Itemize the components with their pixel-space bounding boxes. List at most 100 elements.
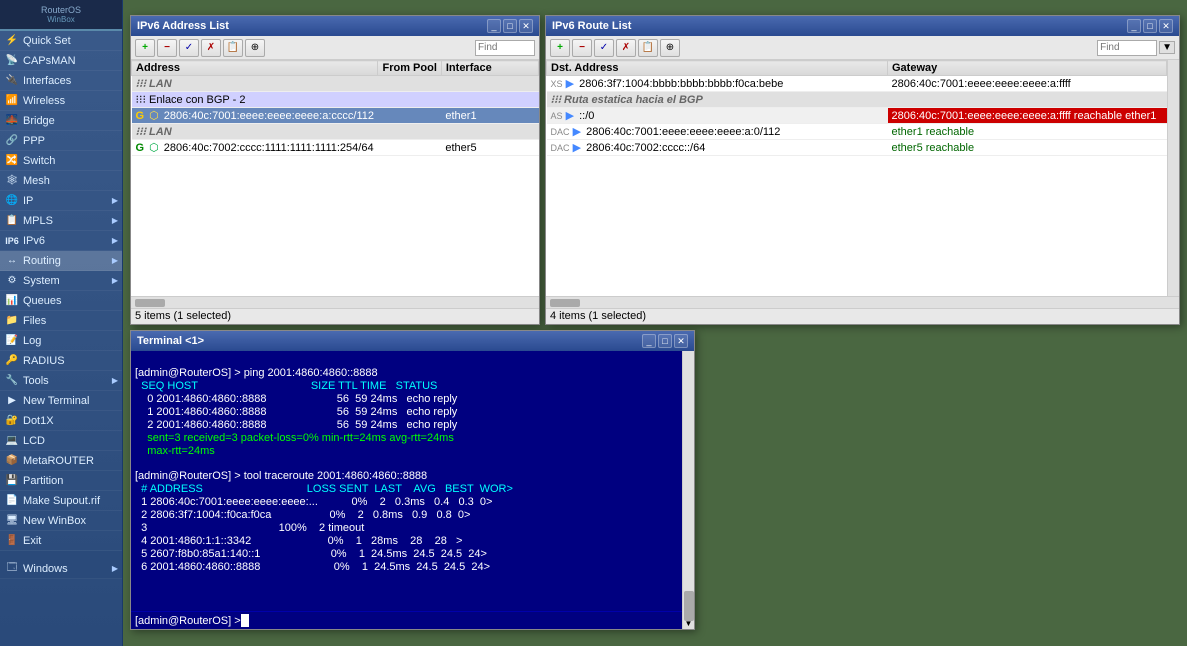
table-row[interactable]: DAC ▶ 2806:40c:7002:cccc::/64 ether5 rea… bbox=[547, 140, 1167, 156]
remove-btn-route[interactable]: − bbox=[572, 39, 592, 57]
table-row[interactable]: DAC ▶ 2806:40c:7001:eeee:eeee:eeee:a:0/1… bbox=[547, 124, 1167, 140]
sidebar-label-routing: Routing bbox=[23, 255, 61, 267]
sidebar-item-windows[interactable]: 🗔 Windows ▶ bbox=[0, 559, 122, 579]
sidebar-label-make-supout: Make Supout.rif bbox=[23, 495, 100, 507]
sidebar-item-system[interactable]: ⚙ System ▶ bbox=[0, 271, 122, 291]
ipv6-arrow: ▶ bbox=[112, 236, 118, 245]
lcd-icon: 💻 bbox=[4, 433, 20, 449]
maximize-btn-addr[interactable]: □ bbox=[503, 19, 517, 33]
find-section-route: ▼ bbox=[1097, 40, 1175, 56]
close-btn-addr[interactable]: ✕ bbox=[519, 19, 533, 33]
table-row[interactable]: XS ▶ 2806:3f7:1004:bbbb:bbbb:bbbb:f0ca:b… bbox=[547, 76, 1167, 92]
sidebar-item-files[interactable]: 📁 Files bbox=[0, 311, 122, 331]
sidebar-item-mpls[interactable]: 📋 MPLS ▶ bbox=[0, 211, 122, 231]
minimize-btn-addr[interactable]: _ bbox=[487, 19, 501, 33]
iface-cell-2: ether5 bbox=[441, 140, 538, 156]
sidebar-item-log[interactable]: 📝 Log bbox=[0, 331, 122, 351]
col-dst-address[interactable]: Dst. Address bbox=[547, 61, 888, 76]
files-icon: 📁 bbox=[4, 313, 20, 329]
enable-btn-route[interactable]: ✓ bbox=[594, 39, 614, 57]
scrollbar-h-addr[interactable] bbox=[131, 296, 539, 308]
filter-btn-addr[interactable]: ⊕ bbox=[245, 39, 265, 57]
sidebar-item-quick-set[interactable]: ⚡ Quick Set bbox=[0, 31, 122, 51]
close-btn-terminal[interactable]: ✕ bbox=[674, 334, 688, 348]
close-btn-route[interactable]: ✕ bbox=[1159, 19, 1173, 33]
terminal-line-2: SEQ HOST SIZE TTL TIME STATUS bbox=[135, 380, 437, 392]
add-btn-route[interactable]: + bbox=[550, 39, 570, 57]
scrollbar-v-terminal[interactable]: ▼ bbox=[682, 351, 694, 629]
sidebar-item-new-winbox[interactable]: 🖥 New WinBox bbox=[0, 511, 122, 531]
terminal-titlebar[interactable]: Terminal <1> _ □ ✕ bbox=[131, 331, 694, 351]
ipv6-route-list-titlebar[interactable]: IPv6 Route List _ □ ✕ bbox=[546, 16, 1179, 36]
sidebar-item-capsman[interactable]: 📡 CAPsMAN bbox=[0, 51, 122, 71]
routing-icon: ↔ bbox=[4, 253, 20, 269]
ip-icon: 🌐 bbox=[4, 193, 20, 209]
sidebar-item-exit[interactable]: 🚪 Exit bbox=[0, 531, 122, 551]
sidebar-item-wireless[interactable]: 📶 Wireless bbox=[0, 91, 122, 111]
mpls-arrow: ▶ bbox=[112, 216, 118, 225]
table-row: ⁝⁝⁝ Ruta estatica hacia el BGP bbox=[547, 92, 1167, 108]
sidebar-item-dot1x[interactable]: 🔐 Dot1X bbox=[0, 411, 122, 431]
filter-btn-route[interactable]: ⊕ bbox=[660, 39, 680, 57]
sidebar-item-tools[interactable]: 🔧 Tools ▶ bbox=[0, 371, 122, 391]
minimize-btn-terminal[interactable]: _ bbox=[642, 334, 656, 348]
sidebar-item-mesh[interactable]: 🕸 Mesh bbox=[0, 171, 122, 191]
find-dropdown-btn[interactable]: ▼ bbox=[1159, 41, 1175, 54]
terminal-line-12: 5 2607:f8b0:85a1:140::1 0% 1 24.5ms 24.5… bbox=[135, 548, 487, 560]
sidebar-item-routing[interactable]: ↔ Routing ▶ bbox=[0, 251, 122, 271]
terminal-line-5: 2 2001:4860:4860::8888 56 59 24ms echo r… bbox=[135, 419, 457, 431]
copy-btn-addr[interactable]: 📋 bbox=[223, 39, 243, 57]
sidebar-item-switch[interactable]: 🔀 Switch bbox=[0, 151, 122, 171]
col-interface[interactable]: Interface bbox=[441, 61, 538, 76]
sidebar-item-make-supout[interactable]: 📄 Make Supout.rif bbox=[0, 491, 122, 511]
maximize-btn-route[interactable]: □ bbox=[1143, 19, 1157, 33]
terminal-body[interactable]: [admin@RouterOS] > ping 2001:4860:4860::… bbox=[131, 351, 694, 611]
col-from-pool[interactable]: From Pool bbox=[378, 61, 441, 76]
sidebar-item-queues[interactable]: 📊 Queues bbox=[0, 291, 122, 311]
table-row[interactable]: G ⬡ 2806:40c:7001:eeee:eeee:eeee:a:cccc/… bbox=[132, 108, 539, 124]
sidebar-item-lcd[interactable]: 💻 LCD bbox=[0, 431, 122, 451]
col-address[interactable]: Address bbox=[132, 61, 378, 76]
terminal-cursor[interactable] bbox=[241, 614, 249, 627]
sidebar-item-ip[interactable]: 🌐 IP ▶ bbox=[0, 191, 122, 211]
enable-btn-addr[interactable]: ✓ bbox=[179, 39, 199, 57]
table-row[interactable]: AS ▶ ::/0 2806:40c:7001:eeee:eeee:eeee:a… bbox=[547, 108, 1167, 124]
sidebar-label-switch: Switch bbox=[23, 155, 55, 167]
sidebar-label-dot1x: Dot1X bbox=[23, 415, 54, 427]
sidebar-label-interfaces: Interfaces bbox=[23, 75, 71, 87]
sidebar-item-ppp[interactable]: 🔗 PPP bbox=[0, 131, 122, 151]
sidebar-item-metarouter[interactable]: 📦 MetaROUTER bbox=[0, 451, 122, 471]
find-input-addr[interactable] bbox=[475, 40, 535, 56]
remove-btn-addr[interactable]: − bbox=[157, 39, 177, 57]
sidebar-item-interfaces[interactable]: 🔌 Interfaces bbox=[0, 71, 122, 91]
sidebar-item-partition[interactable]: 💾 Partition bbox=[0, 471, 122, 491]
ipv6-route-table-container[interactable]: Dst. Address Gateway XS ▶ 2806:3f7:1004:… bbox=[546, 60, 1167, 296]
sidebar-item-bridge[interactable]: 🌉 Bridge bbox=[0, 111, 122, 131]
system-arrow: ▶ bbox=[112, 276, 118, 285]
pool-cell-2 bbox=[378, 140, 441, 156]
sidebar-item-ipv6[interactable]: IP6 IPv6 ▶ bbox=[0, 231, 122, 251]
scroll-down-btn-terminal[interactable]: ▼ bbox=[684, 618, 694, 629]
disable-btn-route[interactable]: ✗ bbox=[616, 39, 636, 57]
sidebar-label-log: Log bbox=[23, 335, 41, 347]
scrollbar-h-route[interactable] bbox=[546, 296, 1179, 308]
ipv6-address-table-container[interactable]: Address From Pool Interface ⁝⁝⁝ LAN ⁝⁝⁝ … bbox=[131, 60, 539, 296]
add-btn-addr[interactable]: + bbox=[135, 39, 155, 57]
route-dst-0: XS ▶ 2806:3f7:1004:bbbb:bbbb:bbbb:f0ca:b… bbox=[547, 76, 888, 92]
copy-btn-route[interactable]: 📋 bbox=[638, 39, 658, 57]
find-input-route[interactable] bbox=[1097, 40, 1157, 56]
routing-arrow: ▶ bbox=[112, 256, 118, 265]
iface-cell-1: ether1 bbox=[441, 108, 538, 124]
scrollbar-v-route[interactable] bbox=[1167, 60, 1179, 296]
terminal-line-10: 3 100% 2 timeout bbox=[135, 522, 364, 534]
minimize-btn-route[interactable]: _ bbox=[1127, 19, 1141, 33]
disable-btn-addr[interactable]: ✗ bbox=[201, 39, 221, 57]
table-row[interactable]: ⁝⁝⁝ Enlace con BGP - 2 bbox=[132, 92, 539, 108]
terminal-title: Terminal <1> bbox=[137, 335, 642, 347]
col-gateway[interactable]: Gateway bbox=[888, 61, 1167, 76]
table-row[interactable]: G ⬡ 2806:40c:7002:cccc:1111:1111:1111:25… bbox=[132, 140, 539, 156]
sidebar-item-new-terminal[interactable]: ▶ New Terminal bbox=[0, 391, 122, 411]
maximize-btn-terminal[interactable]: □ bbox=[658, 334, 672, 348]
ipv6-address-list-titlebar[interactable]: IPv6 Address List _ □ ✕ bbox=[131, 16, 539, 36]
sidebar-item-radius[interactable]: 🔑 RADIUS bbox=[0, 351, 122, 371]
